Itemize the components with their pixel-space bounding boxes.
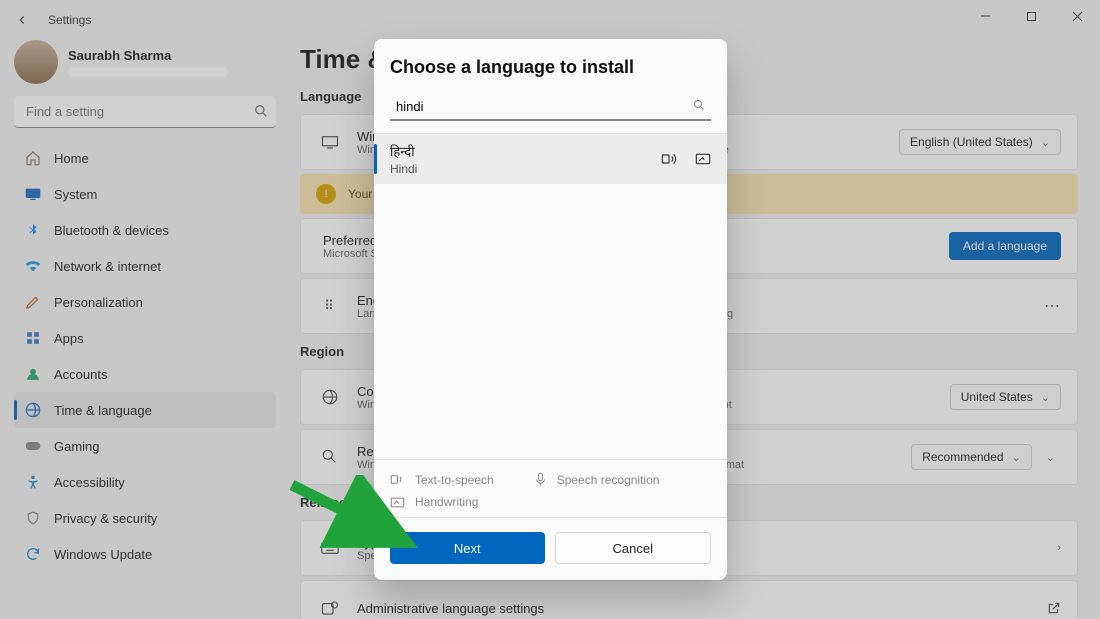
text-to-speech-icon (661, 152, 677, 166)
feature-label: Text-to-speech (415, 473, 494, 487)
language-install-dialog: Choose a language to install हिन्दी Hind… (374, 39, 727, 580)
language-native-name: हिन्दी (390, 142, 417, 160)
language-english-name: Hindi (390, 162, 417, 176)
handwriting-icon (390, 496, 405, 509)
search-icon (693, 99, 705, 111)
feature-label: Handwriting (415, 495, 478, 509)
language-search-input[interactable] (390, 94, 711, 121)
handwriting-icon (695, 152, 711, 166)
speech-recognition-icon (534, 472, 547, 487)
dialog-title: Choose a language to install (390, 57, 711, 78)
next-button[interactable]: Next (390, 532, 545, 564)
language-result-hindi[interactable]: हिन्दी Hindi (374, 134, 727, 184)
text-to-speech-icon (390, 473, 405, 486)
feature-label: Speech recognition (557, 473, 660, 487)
feature-legend: Text-to-speech Speech recognition Handwr… (374, 459, 727, 517)
cancel-button[interactable]: Cancel (555, 532, 712, 564)
